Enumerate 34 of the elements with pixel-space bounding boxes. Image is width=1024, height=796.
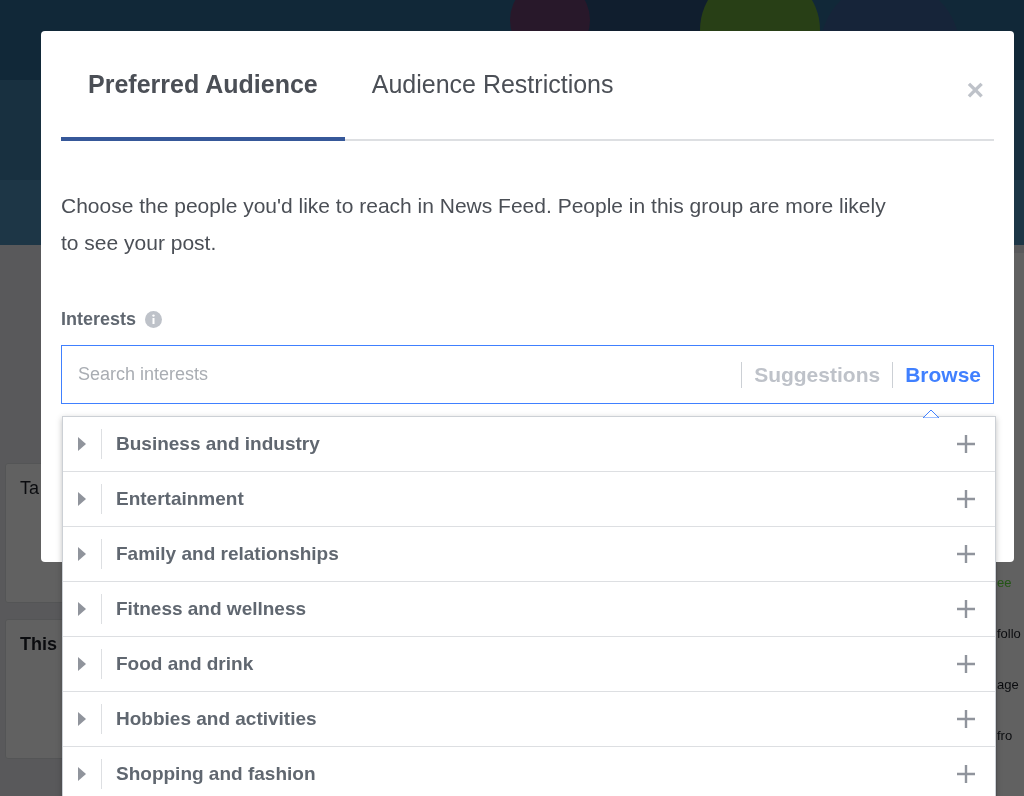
section-title: This [20, 634, 57, 655]
plus-icon[interactable] [957, 765, 975, 783]
tab-label: Ta [20, 478, 39, 499]
search-field[interactable]: Search interests Suggestions Browse [61, 345, 994, 404]
category-item[interactable]: Family and relationships [116, 543, 957, 565]
caret-icon[interactable] [77, 602, 87, 616]
caret-icon[interactable] [77, 437, 87, 451]
plus-icon[interactable] [957, 710, 975, 728]
caret-icon[interactable] [77, 657, 87, 671]
mode-tab[interactable]: Browse [905, 362, 981, 387]
category-item[interactable]: Business and industry [116, 433, 957, 455]
category-item[interactable]: Shopping and fashion [116, 763, 957, 785]
side-text: ee [997, 575, 1012, 590]
caret-icon[interactable] [77, 492, 87, 506]
caret-icon[interactable] [77, 767, 87, 781]
plus-icon[interactable] [957, 600, 975, 618]
category-item[interactable]: Food and drink [116, 653, 957, 675]
interests-label: Interests [61, 309, 137, 330]
caret-icon[interactable] [77, 547, 87, 561]
dialog-tab[interactable]: Audience Restrictions [344, 31, 641, 141]
category-item[interactable]: Hobbies and activities [116, 708, 957, 730]
side-text: fro [997, 728, 1013, 743]
info-icon[interactable] [145, 311, 163, 328]
plus-icon[interactable] [957, 655, 975, 673]
caret-icon[interactable] [77, 712, 87, 726]
plus-icon[interactable] [957, 545, 975, 563]
plus-icon[interactable] [957, 435, 975, 453]
plus-icon[interactable] [957, 490, 975, 508]
category-item[interactable]: Entertainment [116, 488, 957, 510]
description-text: Choose the people you'd like to reach in News Feed. People in this group are more likely to see your post. [61, 193, 887, 256]
side-text: follo [997, 626, 1021, 641]
dialog-tab[interactable]: Preferred Audience [61, 31, 345, 141]
side-text: age [997, 677, 1019, 692]
category-item[interactable]: Fitness and wellness [116, 598, 957, 620]
